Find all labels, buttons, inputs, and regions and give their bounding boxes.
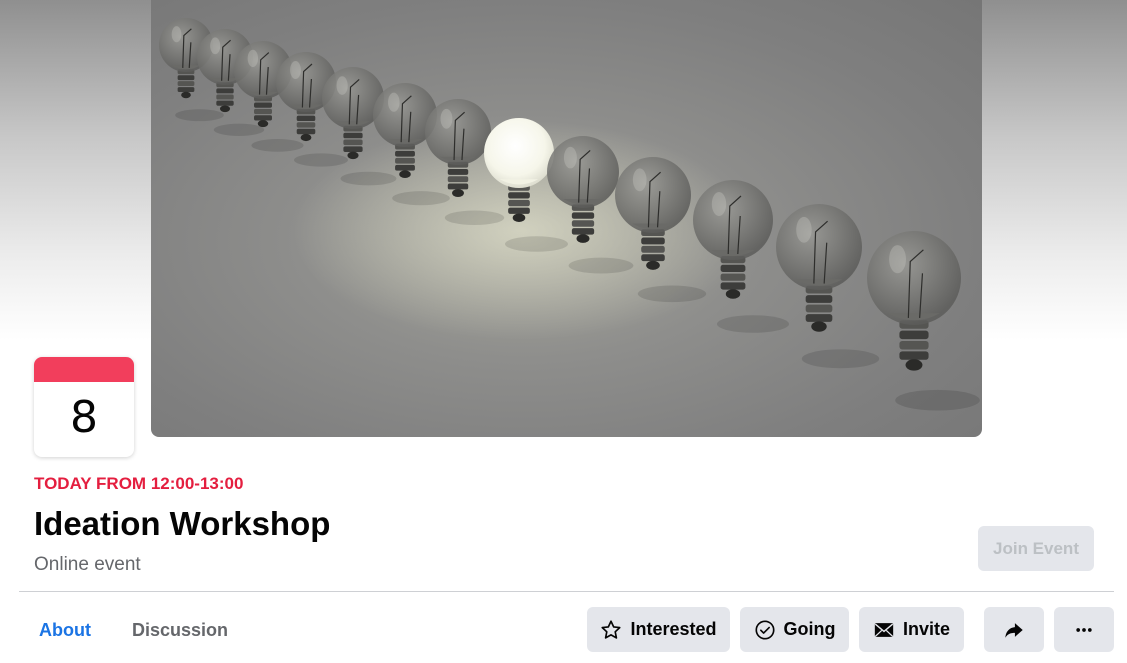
check-circle-icon bbox=[754, 619, 776, 641]
join-event-button[interactable]: Join Event bbox=[978, 526, 1094, 571]
more-options-button[interactable] bbox=[1054, 607, 1114, 652]
calendar-strip bbox=[34, 357, 134, 382]
tab-discussion[interactable]: Discussion bbox=[127, 608, 233, 652]
event-time: TODAY FROM 12:00-13:00 bbox=[34, 474, 244, 493]
interested-button[interactable]: Interested bbox=[587, 607, 730, 652]
header-divider bbox=[19, 591, 1114, 592]
event-cover-photo[interactable] bbox=[151, 0, 982, 437]
bulb-graphic bbox=[776, 204, 880, 369]
share-arrow-icon bbox=[1003, 619, 1025, 641]
interested-label: Interested bbox=[630, 619, 717, 639]
invite-button[interactable]: Invite bbox=[859, 607, 964, 652]
event-title: Ideation Workshop bbox=[34, 505, 331, 542]
light-bulbs-image bbox=[159, 18, 980, 411]
share-button[interactable] bbox=[984, 607, 1044, 652]
event-date-day: 8 bbox=[70, 392, 98, 443]
event-location: Online event bbox=[34, 554, 141, 575]
event-date-card: 8 bbox=[34, 357, 134, 457]
star-outline-icon bbox=[600, 619, 622, 641]
going-button[interactable]: Going bbox=[740, 607, 849, 652]
bulb-graphic bbox=[867, 231, 980, 411]
envelope-icon bbox=[873, 619, 895, 641]
event-page: 8 TODAY FROM 12:00-13:00 Ideation Worksh… bbox=[0, 0, 1127, 663]
going-label: Going bbox=[783, 619, 836, 639]
invite-label: Invite bbox=[902, 619, 950, 639]
more-dots-icon bbox=[1074, 620, 1094, 640]
tab-about[interactable]: About bbox=[34, 608, 96, 652]
